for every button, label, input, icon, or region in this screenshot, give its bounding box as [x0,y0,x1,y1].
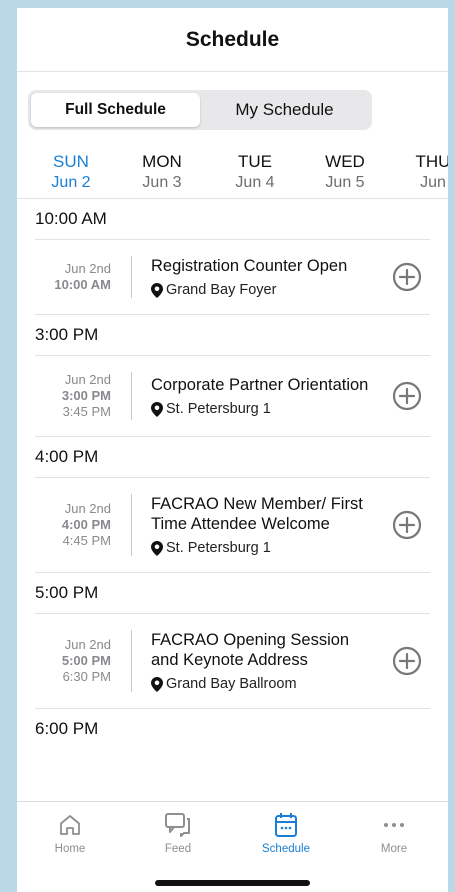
event-location: Grand Bay Ballroom [151,676,378,692]
tab-more[interactable]: More [354,810,434,855]
tab-feed[interactable]: Feed [138,810,218,855]
event-row[interactable]: Jun 2nd 3:00 PM 3:45 PM Corporate Partne… [17,356,448,436]
event-row[interactable]: Jun 2nd 5:00 PM 6:30 PM FACRAO Opening S… [17,614,448,708]
day-name: WED [325,152,365,171]
time-group-header: 10:00 AM [35,209,107,228]
event-title: FACRAO Opening Session and Keynote Addre… [151,631,350,669]
day-tab-wed[interactable]: WED Jun 5 [305,151,385,193]
event-location: St. Petersburg 1 [151,540,378,556]
feed-icon [165,813,190,837]
location-pin-icon [151,540,163,556]
event-location-label: St. Petersburg 1 [166,540,271,556]
tab-label: More [380,843,408,855]
tab-home[interactable]: Home [30,810,110,855]
day-name: MON [142,152,182,171]
day-tab-tue[interactable]: TUE Jun 4 [215,151,295,193]
event-end-time: 4:45 PM [62,533,111,548]
home-indicator [155,880,310,886]
nav-header: Schedule [17,8,448,72]
event-title: Registration Counter Open [151,257,348,275]
event-title: Corporate Partner Orientation [151,376,369,394]
schedule-segmented-control: Full Schedule My Schedule [28,90,372,130]
day-selector: SUN Jun 2 MON Jun 3 TUE Jun 4 WED Jun 5 … [17,148,448,199]
day-name: TUE [238,152,272,171]
event-start-time: 10:00 AM [54,277,111,292]
event-start-time: 4:00 PM [61,517,111,532]
bottom-tab-bar: Home Feed Schedule More [17,801,448,892]
add-to-schedule-icon[interactable] [392,381,422,411]
calendar-icon [275,813,297,837]
event-date: Jun 2nd 3:00 PM 3:45 PM [17,372,131,420]
tab-label: Schedule [262,843,310,855]
time-group-header: 4:00 PM [35,447,99,466]
location-pin-icon [151,282,163,298]
event-day: Jun 2nd [64,501,111,516]
event-date: Jun 2nd 4:00 PM 4:45 PM [17,501,131,549]
time-group-header: 6:00 PM [35,719,99,738]
location-pin-icon [151,676,163,692]
day-name: THU [415,152,448,171]
more-icon [384,823,404,827]
add-to-schedule-icon[interactable] [392,646,422,676]
day-tab-thu[interactable]: THU Jun [393,151,448,193]
tab-schedule[interactable]: Schedule [246,810,326,855]
day-date: Jun 5 [325,174,365,191]
event-start-time: 5:00 PM [61,653,111,668]
add-to-schedule-icon[interactable] [392,262,422,292]
event-day: Jun 2nd [64,372,111,387]
event-location: Grand Bay Foyer [151,282,378,298]
event-location-label: Grand Bay Foyer [166,282,277,298]
event-date: Jun 2nd 5:00 PM 6:30 PM [17,637,131,685]
event-location-label: St. Petersburg 1 [166,401,271,417]
time-group-header: 5:00 PM [35,583,99,602]
event-end-time: 3:45 PM [62,404,111,419]
event-end-time: 6:30 PM [62,669,111,684]
segment-my-schedule[interactable]: My Schedule [200,93,369,127]
day-date: Jun [420,174,446,191]
day-tab-sun[interactable]: SUN Jun 2 [31,151,111,193]
event-row[interactable]: Jun 2nd 4:00 PM 4:45 PM FACRAO New Membe… [17,478,448,572]
event-row[interactable]: Jun 2nd 10:00 AM Registration Counter Op… [17,240,448,314]
day-tab-mon[interactable]: MON Jun 3 [122,151,202,193]
add-to-schedule-icon[interactable] [392,510,422,540]
time-group-header: 3:00 PM [35,325,99,344]
page-title: Schedule [185,27,280,51]
schedule-list[interactable]: 10:00 AM Jun 2nd 10:00 AM Registration C… [17,199,448,801]
day-date: Jun 2 [51,174,91,191]
tab-label: Feed [164,843,192,855]
event-start-time: 3:00 PM [61,388,111,403]
home-icon [60,815,80,835]
segment-full-schedule[interactable]: Full Schedule [31,93,200,127]
day-name: SUN [53,152,89,171]
app-screen: Schedule Full Schedule My Schedule SUN J… [17,8,448,892]
event-day: Jun 2nd [64,637,111,652]
location-pin-icon [151,401,163,417]
tab-label: Home [54,843,86,855]
event-day: Jun 2nd [64,261,111,276]
event-date: Jun 2nd 10:00 AM [17,261,131,293]
day-date: Jun 4 [235,174,275,191]
event-location: St. Petersburg 1 [151,401,378,417]
day-date: Jun 3 [142,174,182,191]
event-location-label: Grand Bay Ballroom [166,676,297,692]
event-title: FACRAO New Member/ First Time Attendee W… [151,495,363,533]
